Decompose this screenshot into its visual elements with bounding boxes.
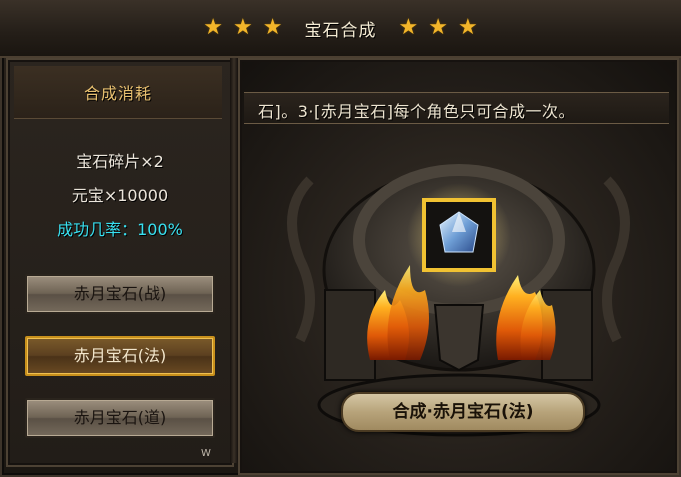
window-title: 宝石合成 <box>304 20 377 41</box>
panel-divider <box>230 58 238 463</box>
star-icon: ★ <box>457 15 478 40</box>
star-icon: ★ <box>233 15 253 40</box>
gem-option-taoist-button[interactable]: 赤月宝石(道) <box>25 398 215 438</box>
corner-mark: W <box>201 448 211 459</box>
star-icon: ★ <box>203 15 224 40</box>
star-icon: ★ <box>262 15 283 40</box>
star-icon: ★ <box>428 15 448 40</box>
cost-panel: 合成消耗 宝石碎片×2 元宝×10000 成功几率：100% 赤月宝石(战) 赤… <box>6 58 234 467</box>
cost-gold: 元宝×10000 <box>71 186 169 205</box>
cost-header-title: 合成消耗 <box>83 84 152 103</box>
gem-option-warrior-button[interactable]: 赤月宝石(战) <box>25 274 215 314</box>
synthesis-stage-panel: 石]。3·[赤月宝石]每个角色只可合成一次。 合成·赤月宝石(法) <box>238 58 679 475</box>
star-icon: ★ <box>398 15 419 40</box>
title-bar: ★ ★ ★ 宝石合成 ★ ★ ★ <box>0 0 681 58</box>
center-mask <box>433 304 485 372</box>
right-ornament <box>602 176 630 343</box>
cost-shards: 宝石碎片×2 <box>76 152 164 171</box>
left-ornament <box>287 176 315 343</box>
success-rate: 成功几率：100% <box>57 220 183 239</box>
gem-synthesis-window: ★ ★ ★ 宝石合成 ★ ★ ★ 合成消耗 宝石碎片×2 元宝×10000 成功… <box>0 0 681 477</box>
gem-option-mage-button[interactable]: 赤月宝石(法) <box>25 336 215 376</box>
cost-header: 合成消耗 <box>14 66 222 119</box>
synthesis-result-label[interactable]: 合成·赤月宝石(法) <box>341 392 585 432</box>
